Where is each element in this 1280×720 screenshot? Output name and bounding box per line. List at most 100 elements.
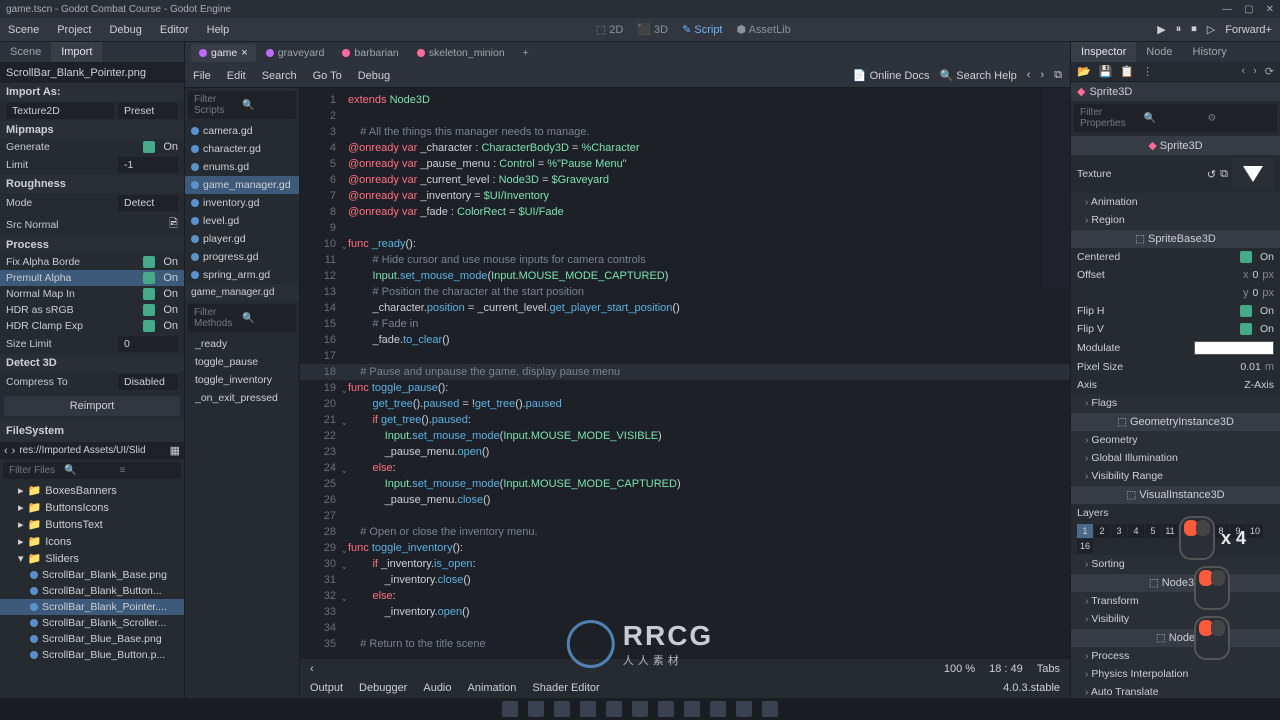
- code-line[interactable]: 4@onready var _character : CharacterBody…: [300, 140, 1070, 156]
- code-line[interactable]: 25 Input.set_mouse_mode(Input.MOUSE_MODE…: [300, 476, 1070, 492]
- minimize-icon[interactable]: —: [1222, 4, 1232, 15]
- texture-revert-icon[interactable]: ↺: [1207, 168, 1216, 181]
- taskbar-icon[interactable]: [554, 701, 570, 717]
- code-line[interactable]: 24⌄ else:: [300, 460, 1070, 476]
- filter-toggle-icon[interactable]: ⚙: [1207, 113, 1271, 124]
- fs-back-icon[interactable]: ‹: [4, 445, 8, 457]
- code-line[interactable]: 31 _inventory.close(): [300, 572, 1070, 588]
- close-icon[interactable]: ✕: [1266, 4, 1274, 15]
- script-item[interactable]: camera.gd: [185, 122, 299, 140]
- code-line[interactable]: 12 Input.set_mouse_mode(Input.MOUSE_MODE…: [300, 268, 1070, 284]
- group-animation[interactable]: Animation: [1071, 193, 1280, 211]
- code-line[interactable]: 27: [300, 508, 1070, 524]
- group-physics-interp[interactable]: Physics Interpolation: [1071, 665, 1280, 683]
- scene-tab-barbarian[interactable]: barbarian: [334, 44, 406, 62]
- code-line[interactable]: 23 _pause_menu.open(): [300, 444, 1070, 460]
- code-line[interactable]: 8@onready var _fade : ColorRect = $UI/Fa…: [300, 204, 1070, 220]
- script-item[interactable]: level.gd: [185, 212, 299, 230]
- code-line[interactable]: 33 _inventory.open(): [300, 604, 1070, 620]
- folder-item[interactable]: ▸📁Icons: [0, 533, 184, 550]
- chevron-icon[interactable]: ▸: [18, 518, 24, 531]
- offset-x-field[interactable]: 0: [1253, 269, 1259, 281]
- folder-item[interactable]: ▾📁Sliders: [0, 550, 184, 567]
- mode-script[interactable]: ✎ Script: [682, 23, 722, 36]
- renderer-dropdown[interactable]: Forward+: [1225, 24, 1272, 36]
- nav-back-icon[interactable]: ‹: [1027, 69, 1031, 82]
- menu-debug[interactable]: Debug: [109, 24, 141, 36]
- file-item[interactable]: ScrollBar_Blue_Base.png: [0, 631, 184, 647]
- file-item[interactable]: ScrollBar_Blue_Button.p...: [0, 647, 184, 663]
- code-line[interactable]: 17: [300, 348, 1070, 364]
- layer-cell[interactable]: 7: [1196, 524, 1212, 538]
- code-line[interactable]: 7@onready var _inventory = $UI/Inventory: [300, 188, 1070, 204]
- code-line[interactable]: 6@onready var _current_level : Node3D = …: [300, 172, 1070, 188]
- importer-dropdown[interactable]: Texture2D: [6, 103, 114, 119]
- script-item[interactable]: player.gd: [185, 230, 299, 248]
- src-normal-icon[interactable]: 🖻: [169, 215, 178, 234]
- code-line[interactable]: 30⌄ if _inventory.is_open:: [300, 556, 1070, 572]
- file-item[interactable]: ScrollBar_Blank_Base.png: [0, 567, 184, 583]
- code-line[interactable]: 22 Input.set_mouse_mode(Input.MOUSE_MODE…: [300, 428, 1070, 444]
- filter-scripts-input[interactable]: Filter Scripts: [194, 94, 242, 116]
- tab-shader[interactable]: Shader Editor: [532, 682, 599, 694]
- fix-alpha-checkbox[interactable]: [143, 256, 155, 268]
- code-line[interactable]: 10⌄func _ready():: [300, 236, 1070, 252]
- tab-debugger[interactable]: Debugger: [359, 682, 407, 694]
- mode-assetlib[interactable]: ⬢ AssetLib: [737, 23, 791, 36]
- insp-more-icon[interactable]: ⋮: [1142, 65, 1153, 78]
- code-line[interactable]: 15 # Fade in: [300, 316, 1070, 332]
- layer-cell[interactable]: 4: [1128, 524, 1144, 538]
- pixel-size-field[interactable]: 0.01: [1240, 361, 1260, 373]
- folder-item[interactable]: ▸📁ButtonsIcons: [0, 499, 184, 516]
- group-sorting[interactable]: Sorting: [1071, 555, 1280, 573]
- code-line[interactable]: 2: [300, 108, 1070, 124]
- script-item[interactable]: enums.gd: [185, 158, 299, 176]
- reimport-button[interactable]: Reimport: [4, 396, 180, 416]
- insp-open-icon[interactable]: 📂: [1077, 65, 1091, 78]
- group-region[interactable]: Region: [1071, 211, 1280, 229]
- layer-cell[interactable]: 1: [1077, 524, 1093, 538]
- stop-icon[interactable]: ⏹: [1191, 23, 1197, 36]
- fs-sort-icon[interactable]: ≡: [120, 465, 175, 476]
- modulate-color[interactable]: [1194, 341, 1274, 355]
- code-line[interactable]: 26 _pause_menu.close(): [300, 492, 1070, 508]
- code-line[interactable]: 21⌄ if get_tree().paused:: [300, 412, 1070, 428]
- chevron-icon[interactable]: ▸: [18, 535, 24, 548]
- h-scroll-left-icon[interactable]: ‹: [310, 663, 314, 675]
- search-help-link[interactable]: 🔍 Search Help: [939, 69, 1016, 82]
- layers-grid[interactable]: 123451167891016: [1071, 522, 1280, 555]
- taskbar-icon[interactable]: [710, 701, 726, 717]
- tab-audio[interactable]: Audio: [423, 682, 451, 694]
- layer-cell[interactable]: 2: [1094, 524, 1110, 538]
- menu-scene[interactable]: Scene: [8, 24, 39, 36]
- flipv-checkbox[interactable]: [1240, 323, 1252, 335]
- texture-preview[interactable]: [1232, 158, 1274, 190]
- indent-mode[interactable]: Tabs: [1037, 663, 1060, 675]
- tab-node[interactable]: Node: [1136, 42, 1182, 62]
- taskbar-icon[interactable]: [528, 701, 544, 717]
- menu-project[interactable]: Project: [57, 24, 91, 36]
- chevron-icon[interactable]: ▾: [18, 552, 24, 565]
- mode-3d[interactable]: ⬛ 3D: [637, 23, 668, 36]
- layer-cell[interactable]: 11: [1162, 524, 1178, 538]
- tab-inspector[interactable]: Inspector: [1071, 42, 1136, 62]
- taskbar-icon[interactable]: [632, 701, 648, 717]
- play-scene-icon[interactable]: ▷: [1207, 23, 1215, 36]
- method-item[interactable]: toggle_pause: [185, 353, 299, 371]
- chevron-icon[interactable]: ▸: [18, 484, 24, 497]
- layer-cell[interactable]: 16: [1077, 539, 1093, 553]
- code-line[interactable]: 5@onready var _pause_menu : Control = %"…: [300, 156, 1070, 172]
- minimap[interactable]: [1042, 88, 1070, 288]
- add-scene-tab[interactable]: +: [515, 44, 537, 62]
- fs-filter-input[interactable]: Filter Files: [9, 465, 64, 476]
- insp-history-icon[interactable]: ⟳: [1265, 65, 1274, 78]
- mode-2d[interactable]: ⬚ 2D: [596, 23, 624, 36]
- script-item[interactable]: inventory.gd: [185, 194, 299, 212]
- code-line[interactable]: 3 # All the things this manager needs to…: [300, 124, 1070, 140]
- code-line[interactable]: 13 # Position the character at the start…: [300, 284, 1070, 300]
- insp-back-icon[interactable]: ‹: [1241, 65, 1245, 78]
- group-visibility-range[interactable]: Visibility Range: [1071, 467, 1280, 485]
- folder-item[interactable]: ▸📁BoxesBanners: [0, 482, 184, 499]
- group-process[interactable]: Process: [1071, 647, 1280, 665]
- tab-import[interactable]: Import: [51, 42, 102, 62]
